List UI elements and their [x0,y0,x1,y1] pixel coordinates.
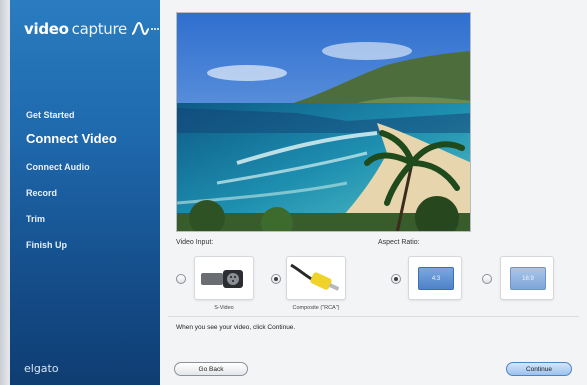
aspect-16-9-radio[interactable] [482,274,492,284]
composite-radio[interactable] [271,274,281,284]
go-back-button[interactable]: Go Back [174,362,248,376]
continue-button[interactable]: Continue [506,362,572,376]
step-connect-video[interactable]: Connect Video [26,132,117,160]
svideo-caption: S-Video [214,305,234,311]
instruction-text: When you see your video, click Continue. [176,324,296,331]
aspect-ratio-label: Aspect Ratio: [378,239,420,246]
sidebar: video capture Get Started Connect Video … [10,0,160,385]
waveform-icon [131,21,159,36]
composite-caption: Composite ("RCA") [292,305,340,311]
video-input-label: Video Input: [176,239,214,246]
aspect-16-9-tile[interactable]: 16:9 [500,256,554,300]
aspect-4-3-radio[interactable] [391,274,401,284]
svideo-tile[interactable] [194,256,254,300]
video-preview [176,12,471,232]
svideo-radio[interactable] [176,274,186,284]
app-logo: video capture [24,20,161,38]
composite-tile[interactable] [286,256,346,300]
elgato-logo: elgato [24,362,59,375]
main-panel: Video Input: S-Video Composite ("RCA") A… [160,0,587,385]
brand-name-light: capture [71,20,128,38]
aspect-16-9-icon: 16:9 [510,267,546,290]
beach-preview-image [177,13,470,231]
rca-connector-icon [290,263,340,291]
step-connect-audio[interactable]: Connect Audio [26,160,117,186]
aspect-4-3-icon: 4:3 [418,267,454,290]
svideo-connector-icon [201,270,243,288]
app-window: video capture Get Started Connect Video … [0,0,587,385]
step-finish-up[interactable]: Finish Up [26,238,117,264]
step-trim[interactable]: Trim [26,212,117,238]
aspect-4-3-tile[interactable]: 4:3 [408,256,462,300]
step-record[interactable]: Record [26,186,117,212]
divider [168,316,579,317]
window-edge [0,0,10,385]
step-list: Get Started Connect Video Connect Audio … [26,108,117,264]
brand-name-bold: video [24,20,69,38]
